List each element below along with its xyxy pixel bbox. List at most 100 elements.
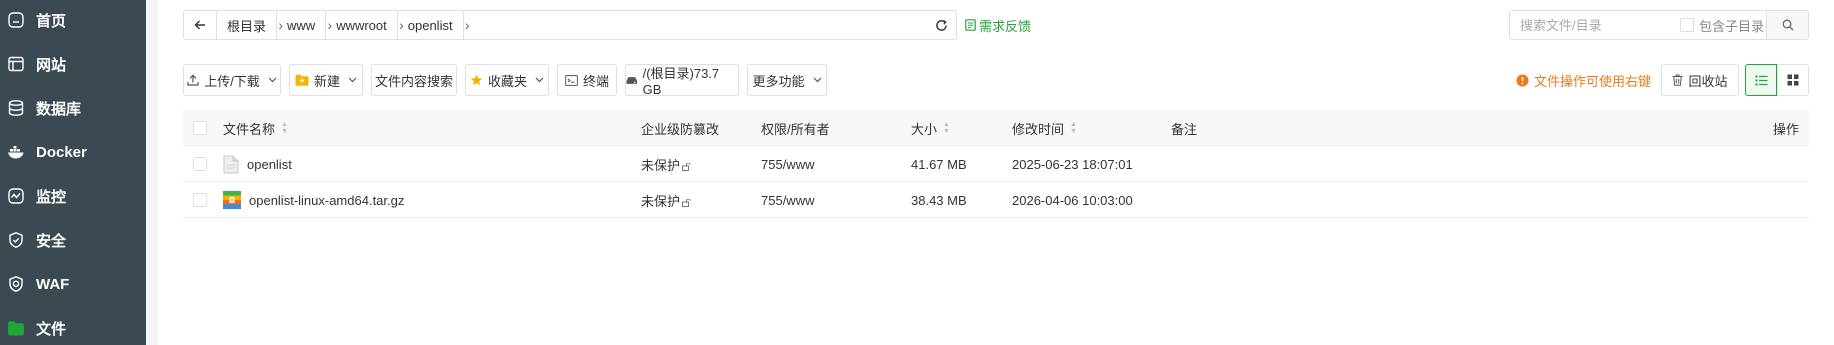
list-view-icon <box>1755 75 1767 85</box>
sidebar-item-label: 安全 <box>36 232 67 250</box>
favorites-label: 收藏夹 <box>487 73 527 89</box>
checkbox[interactable] <box>193 157 207 171</box>
protection-cell[interactable]: 未保护 <box>641 182 691 218</box>
search-input[interactable] <box>1510 11 1690 39</box>
recycle-bin-label: 回收站 <box>1688 73 1728 89</box>
include-subdir-checkbox[interactable]: 包含子目录 <box>1680 11 1764 39</box>
sidebar-item-label: 首页 <box>36 12 67 30</box>
sidebar-item-home[interactable]: 首页 <box>0 0 146 40</box>
home-icon <box>6 10 26 30</box>
breadcrumb-item[interactable]: openlist › <box>398 11 471 39</box>
header-protection-label: 企业级防篡改 <box>641 121 720 137</box>
checkbox[interactable] <box>193 193 207 207</box>
sidebar-item-website[interactable]: 网站 <box>0 44 146 84</box>
feedback-link[interactable]: 需求反馈 <box>965 10 1031 40</box>
back-button[interactable] <box>183 10 217 40</box>
disk-button[interactable]: /(根目录)73.7 GB <box>625 64 739 97</box>
header-mtime[interactable]: 修改时间 ▲ ▼ <box>1012 110 1077 146</box>
breadcrumb-label: wwwroot <box>336 17 387 33</box>
permission-value[interactable]: 755/www <box>761 157 814 172</box>
content-search-button[interactable]: 文件内容搜索 <box>371 64 457 96</box>
breadcrumb-label: 根目录 <box>227 18 267 34</box>
sidebar-item-label: 网站 <box>36 56 67 74</box>
sidebar-item-label: WAF <box>36 275 70 293</box>
chevron-right-icon: › <box>463 11 471 39</box>
select-all-checkbox[interactable] <box>193 110 207 146</box>
file-name[interactable]: openlist-linux-amd64.tar.gz <box>249 193 404 208</box>
sidebar-item-database[interactable]: 数据库 <box>0 88 146 128</box>
permission-value[interactable]: 755/www <box>761 193 814 208</box>
header-note: 备注 <box>1171 110 1197 146</box>
folder-icon <box>6 318 26 338</box>
grid-view-button[interactable] <box>1777 64 1809 96</box>
path-bar: 根目录› www› wwwroot› openlist› 需求反馈 包含子目录 <box>183 10 1809 40</box>
row-checkbox[interactable] <box>193 146 207 182</box>
search-button[interactable] <box>1766 11 1808 39</box>
header-name[interactable]: 文件名称 ▲ ▼ <box>223 110 288 146</box>
permission-cell[interactable]: 755/www <box>761 146 814 182</box>
list-view-button[interactable] <box>1745 64 1777 96</box>
header-permission-label: 权限/所有者 <box>761 121 830 137</box>
table-row[interactable]: openlist-linux-amd64.tar.gz 未保护 755/www … <box>183 182 1809 218</box>
chevron-down-icon <box>268 77 277 83</box>
unlock-icon <box>682 199 691 207</box>
content-search-label: 文件内容搜索 <box>374 73 453 89</box>
sidebar-item-security[interactable]: 安全 <box>0 220 146 260</box>
grid-view-icon <box>1787 74 1799 86</box>
protection-cell[interactable]: 未保护 <box>641 146 691 182</box>
new-button[interactable]: 新建 <box>289 64 363 96</box>
disk-icon <box>626 76 638 84</box>
file-icon <box>223 155 239 173</box>
more-functions-button[interactable]: 更多功能 <box>747 64 827 96</box>
header-size-label: 大小 <box>911 121 938 137</box>
sort-icon[interactable]: ▲ ▼ <box>281 121 288 135</box>
upload-icon <box>187 74 199 86</box>
breadcrumb-item[interactable]: www › <box>277 11 334 39</box>
breadcrumb[interactable]: 根目录 › www › wwwroot › openlist › <box>216 10 928 40</box>
sidebar-item-waf[interactable]: WAF <box>0 264 146 304</box>
protection-status[interactable]: 未保护 <box>641 191 680 210</box>
mtime-value: 2025-06-23 18:07:01 <box>1012 156 1133 172</box>
favorites-button[interactable]: 收藏夹 <box>465 64 549 96</box>
breadcrumb-label: www <box>287 17 316 33</box>
search-box: 包含子目录 <box>1509 10 1809 40</box>
checkbox[interactable] <box>1680 18 1694 32</box>
breadcrumb-item[interactable]: 根目录 › <box>217 11 285 39</box>
include-subdir-label: 包含子目录 <box>1699 18 1765 34</box>
warning-icon <box>1516 74 1529 86</box>
table-row[interactable]: openlist 未保护 755/www 41.67 MB 2025-06-23… <box>183 146 1809 182</box>
docker-icon <box>6 142 26 162</box>
sidebar: 首页 网站 数据库 Docker 监控 安全 WAF 文件 <box>0 0 146 345</box>
file-name-cell[interactable]: openlist-linux-amd64.tar.gz <box>223 182 404 218</box>
header-name-label: 文件名称 <box>223 121 276 137</box>
upload-download-button[interactable]: 上传/下载 <box>183 64 281 96</box>
sidebar-item-docker[interactable]: Docker <box>0 132 146 172</box>
feedback-label: 需求反馈 <box>979 18 1032 34</box>
waf-icon <box>6 274 26 294</box>
file-table: 文件名称 ▲ ▼ 企业级防篡改 权限/所有者 大小 ▲ ▼ 修改时间 ▲ ▼ 备注 操… <box>183 110 1809 218</box>
sidebar-item-files[interactable]: 文件 <box>0 308 146 345</box>
right-click-tip-label: 文件操作可使用右键 <box>1533 73 1651 89</box>
sidebar-item-monitor[interactable]: 监控 <box>0 176 146 216</box>
table-header: 文件名称 ▲ ▼ 企业级防篡改 权限/所有者 大小 ▲ ▼ 修改时间 ▲ ▼ 备注 操… <box>183 110 1809 146</box>
right-click-tip: 文件操作可使用右键 <box>1516 64 1651 96</box>
file-name-cell[interactable]: openlist <box>223 146 292 182</box>
breadcrumb-item[interactable]: wwwroot › <box>326 11 405 39</box>
shield-icon <box>6 230 26 250</box>
arrow-left-icon <box>194 20 205 30</box>
sort-icon[interactable]: ▲ ▼ <box>943 121 950 135</box>
protection-status[interactable]: 未保护 <box>641 155 680 174</box>
checkbox[interactable] <box>193 121 207 135</box>
row-checkbox[interactable] <box>193 182 207 218</box>
chevron-right-icon: › <box>277 11 285 39</box>
permission-cell[interactable]: 755/www <box>761 182 814 218</box>
size-cell: 38.43 MB <box>911 182 967 218</box>
toolbar: 上传/下载 新建 文件内容搜索 收藏夹 终端 /(根目录)73.7 GB 更多功… <box>183 64 1809 97</box>
file-name[interactable]: openlist <box>247 157 292 172</box>
archive-icon <box>223 191 241 209</box>
recycle-bin-button[interactable]: 回收站 <box>1661 64 1739 96</box>
refresh-button[interactable] <box>927 10 957 40</box>
header-size[interactable]: 大小 ▲ ▼ <box>911 110 950 146</box>
terminal-button[interactable]: 终端 <box>557 64 617 96</box>
sort-icon[interactable]: ▲ ▼ <box>1070 121 1077 135</box>
